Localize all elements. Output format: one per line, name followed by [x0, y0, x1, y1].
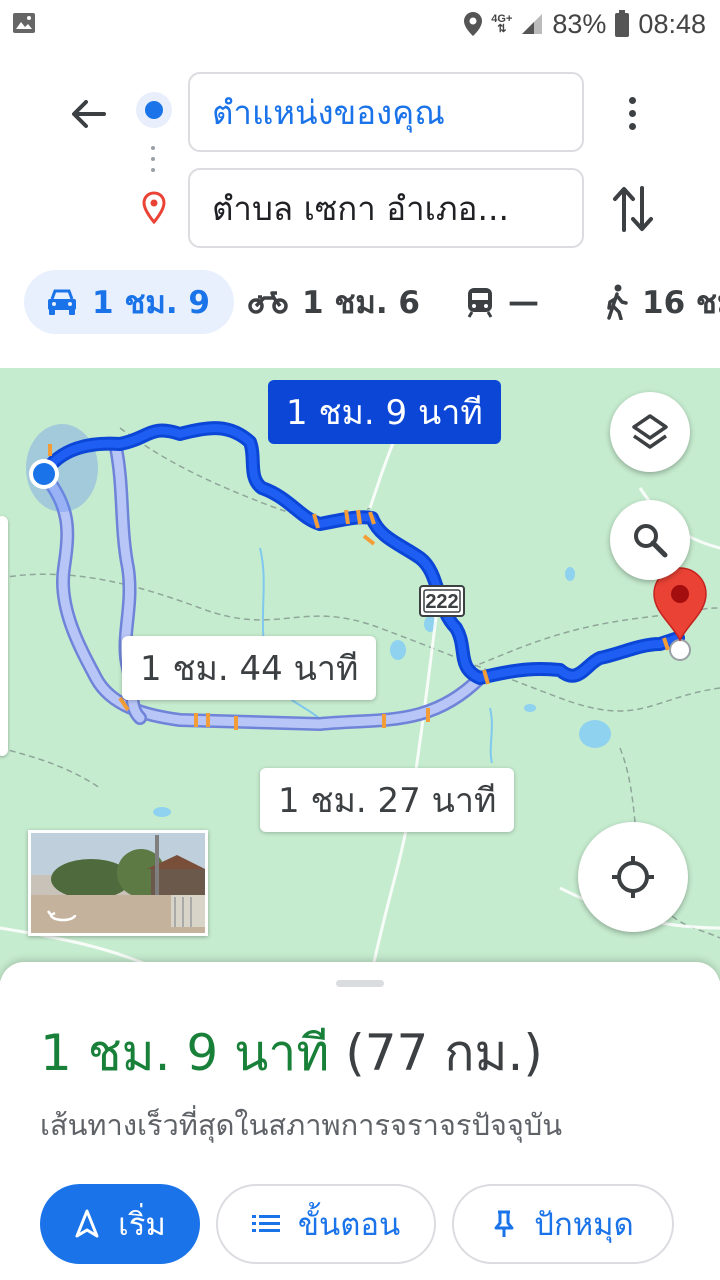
route-label-alt-1[interactable]: 1 ชม. 44 นาที	[122, 636, 377, 700]
back-button[interactable]	[62, 92, 114, 136]
road-shield-222: 222	[419, 585, 465, 617]
route-label-primary[interactable]: 1 ชม. 9 นาที	[268, 380, 501, 444]
steps-button[interactable]: ขั้นตอน	[216, 1184, 436, 1264]
network-indicator: 4G+ ⇅	[491, 13, 513, 35]
search-along-route-button[interactable]	[610, 500, 690, 580]
destination-pin-icon	[142, 191, 166, 225]
tab-walking[interactable]: 16 ชม.	[604, 270, 720, 334]
route-description: เส้นทางเร็วที่สุดในสภาพการจราจรปัจจุบัน	[40, 1108, 563, 1142]
back-arrow-icon	[72, 100, 106, 128]
route-duration: 1 ชม. 9 นาที	[40, 1024, 330, 1082]
list-icon	[251, 1215, 280, 1232]
start-button-label: เริ่ม	[118, 1207, 166, 1243]
status-bar: 4G+ ⇅ 83% 08:48	[0, 0, 720, 48]
battery-icon	[615, 10, 630, 37]
route-label-alt-2[interactable]: 1 ชม. 27 นาที	[260, 768, 515, 832]
travel-mode-tabs: 1 ชม. 9 1 ชม. 6 — 16 ช	[0, 270, 720, 340]
destination-field[interactable]: ตำบล เซกา อำเภอ...	[188, 168, 584, 248]
navigation-arrow-icon	[75, 1209, 99, 1238]
street-view-thumbnail[interactable]	[28, 830, 208, 936]
pin-button[interactable]: ปักหมุด	[452, 1184, 674, 1264]
location-icon	[464, 12, 483, 36]
route-summary: 1 ชม. 9 นาที (77 กม.)	[40, 1014, 543, 1093]
clock: 08:48	[638, 8, 706, 39]
map-view[interactable]: 222 1 ชม. 9 นาที 1 ชม. 44 นาที 1 ชม. 27 …	[0, 368, 720, 980]
swap-icon[interactable]	[610, 184, 656, 234]
road-shield-label: 222	[425, 591, 458, 613]
side-handle[interactable]	[0, 516, 8, 756]
layers-icon	[632, 414, 668, 449]
route-distance: (77 กม.)	[345, 1024, 543, 1082]
route-connector-dots	[150, 146, 156, 176]
tab-driving-label: 1 ชม. 9	[92, 285, 210, 321]
transit-icon	[467, 288, 493, 318]
directions-header: ตำแหน่งของคุณ ตำบล เซกา อำเภอ... 1 ชม. 9	[0, 48, 720, 368]
tab-walking-label: 16 ชม.	[642, 285, 720, 321]
tab-driving[interactable]: 1 ชม. 9	[24, 270, 234, 334]
layers-button[interactable]	[610, 392, 690, 472]
pushpin-icon	[494, 1210, 514, 1237]
start-button[interactable]: เริ่ม	[40, 1184, 200, 1264]
car-icon	[48, 289, 76, 315]
tab-transit[interactable]: —	[466, 270, 539, 334]
crosshair-icon	[612, 856, 654, 898]
walk-icon	[607, 284, 628, 320]
pin-button-label: ปักหมุด	[534, 1207, 634, 1243]
sheet-drag-handle[interactable]	[336, 980, 384, 987]
my-location-button[interactable]	[578, 822, 688, 932]
search-icon	[634, 524, 668, 558]
origin-field[interactable]: ตำแหน่งของคุณ	[188, 72, 584, 152]
destination-marker-icon[interactable]	[653, 567, 707, 642]
gallery-icon	[13, 13, 35, 33]
signal-icon	[522, 14, 543, 34]
steps-button-label: ขั้นตอน	[297, 1207, 401, 1243]
tab-transit-label: —	[508, 284, 539, 320]
more-options-button[interactable]	[612, 88, 652, 138]
battery-percent: 83%	[552, 8, 607, 39]
tab-motorcycle-label: 1 ชม. 6	[302, 285, 420, 321]
motorcycle-icon	[248, 291, 288, 314]
route-summary-sheet[interactable]: 1 ชม. 9 นาที (77 กม.) เส้นทางเร็วที่สุดใ…	[0, 962, 720, 1280]
street-view-image	[31, 833, 205, 933]
origin-dot-icon	[136, 92, 172, 128]
tab-motorcycle[interactable]: 1 ชม. 6	[248, 270, 420, 334]
